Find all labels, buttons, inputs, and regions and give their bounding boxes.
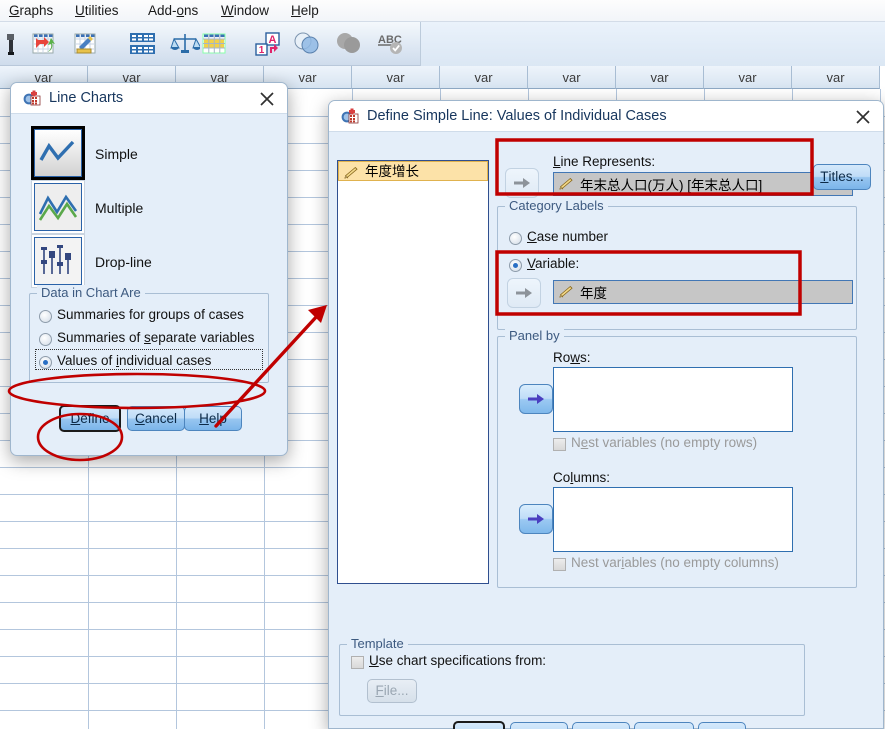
line-represents-label: Line Represents: xyxy=(553,154,656,169)
button-ancel[interactable]: Cancel xyxy=(634,722,694,729)
split-file-icon[interactable] xyxy=(128,29,158,59)
data-in-chart-group-label: Data in Chart Are xyxy=(37,285,145,300)
chart-type-label-simple: Simple xyxy=(95,146,138,162)
nest-columns-checkbox[interactable] xyxy=(553,558,566,571)
chart-type-simple[interactable] xyxy=(31,126,85,180)
column-header[interactable]: var xyxy=(528,66,616,89)
line-charts-dialog: Line Charts Simple Multiple Drop-line Data … xyxy=(10,82,288,456)
radio-label-summaries-groups[interactable]: Summaries for groups of cases xyxy=(57,307,244,322)
chart-type-drop-line[interactable] xyxy=(31,234,85,288)
menu-item-graphs[interactable]: Graphs xyxy=(6,2,56,20)
button-elp[interactable]: Help xyxy=(184,406,242,431)
titles-button[interactable]: Titles... xyxy=(813,164,871,190)
button-elp[interactable]: Help xyxy=(698,722,746,729)
svg-text:A: A xyxy=(269,34,277,46)
column-header[interactable]: var xyxy=(704,66,792,89)
spss-chart-icon xyxy=(23,90,41,107)
menu-item-add-ons[interactable]: Add-ons xyxy=(145,2,201,20)
scale-measure-icon xyxy=(344,166,359,179)
source-variable-item[interactable]: 年度增长 xyxy=(338,161,488,181)
button-aste[interactable]: Paste xyxy=(510,722,568,729)
close-icon[interactable] xyxy=(257,89,277,109)
select-cases-icon[interactable] xyxy=(200,29,230,59)
close-icon[interactable] xyxy=(853,107,873,127)
spss-screen: Graphs Utilities Add-ons Window Help A 1 ABC v… xyxy=(0,0,885,729)
radio-variable[interactable] xyxy=(509,259,522,272)
move-to-line-represents-arrow-button[interactable] xyxy=(505,168,539,198)
chart-type-thumbnail-drop-line xyxy=(34,237,82,285)
radio-summaries-groups[interactable] xyxy=(39,310,52,323)
radio-case-number[interactable] xyxy=(509,232,522,245)
variable-name: 年度增长 xyxy=(365,164,419,179)
menu-item-utilities[interactable]: Utilities xyxy=(72,2,122,20)
chart-type-thumbnail-multiple xyxy=(34,183,82,231)
template-group-label: Template xyxy=(347,636,408,651)
panel-by-group-label: Panel by xyxy=(505,328,564,343)
spell-check-icon[interactable]: ABC xyxy=(376,29,406,59)
category-labels-group-label: Category Labels xyxy=(505,198,608,213)
line-charts-title: Line Charts xyxy=(49,90,124,106)
define-dialog-title: Define Simple Line: Values of Individual… xyxy=(367,108,667,124)
move-to-rows-arrow-button[interactable] xyxy=(519,384,553,414)
use-chart-specifications-label[interactable]: Use chart specifications from: xyxy=(369,653,546,668)
move-to-category-variable-arrow-button[interactable] xyxy=(507,278,541,308)
move-to-columns-arrow-button[interactable] xyxy=(519,504,553,534)
find-icon[interactable] xyxy=(0,29,30,59)
file-button[interactable]: File... xyxy=(367,679,417,703)
toolbar-empty-area xyxy=(420,22,885,66)
radio-summaries-variables[interactable] xyxy=(39,333,52,346)
category-variable-value: 年度 xyxy=(580,286,607,301)
insert-variable-icon[interactable] xyxy=(72,29,102,59)
nest-rows-label[interactable]: Nest variables (no empty rows) xyxy=(571,435,757,450)
source-variable-list[interactable]: 年度增长 xyxy=(337,160,489,584)
focus-outline xyxy=(35,349,263,370)
define-simple-line-dialog: Define Simple Line: Values of Individual… xyxy=(328,100,884,729)
column-header[interactable]: var xyxy=(792,66,880,89)
nest-rows-checkbox[interactable] xyxy=(553,438,566,451)
nest-columns-label[interactable]: Nest variables (no empty columns) xyxy=(571,555,779,570)
show-all-variables-icon[interactable] xyxy=(334,29,364,59)
weight-cases-icon[interactable] xyxy=(170,29,202,59)
spss-chart-icon xyxy=(341,108,359,125)
menu-bar: Graphs Utilities Add-ons Window Help xyxy=(0,0,885,22)
svg-text:1: 1 xyxy=(259,45,265,56)
columns-field[interactable] xyxy=(553,487,793,552)
radio-label-summaries-variables[interactable]: Summaries of separate variables xyxy=(57,330,254,345)
column-header[interactable]: var xyxy=(352,66,440,89)
chart-type-multiple[interactable] xyxy=(31,180,85,234)
column-header[interactable]: var xyxy=(440,66,528,89)
radio-label-variable[interactable]: Variable: xyxy=(527,256,579,271)
category-variable-field[interactable]: 年度 xyxy=(553,280,853,304)
button-eset[interactable]: Reset xyxy=(572,722,630,729)
rows-label: Rows: xyxy=(553,350,591,365)
chart-type-label-multiple: Multiple xyxy=(95,200,144,216)
chart-type-thumbnail-simple xyxy=(34,129,82,177)
columns-label: Columns: xyxy=(553,470,611,485)
define-dialog-titlebar: Define Simple Line: Values of Individual… xyxy=(329,101,883,132)
use-chart-specifications-checkbox[interactable] xyxy=(351,656,364,669)
scale-measure-icon xyxy=(559,285,574,299)
line-charts-titlebar: Line Charts xyxy=(11,83,287,114)
toolbar: A 1 ABC xyxy=(0,22,885,66)
radio-label-case-number[interactable]: Case number xyxy=(527,229,608,244)
line-represents-value: 年末总人口(万人) [年末总人口] xyxy=(580,178,763,193)
scale-measure-icon xyxy=(559,177,574,191)
insert-case-icon[interactable] xyxy=(30,29,60,59)
button-ancel[interactable]: Cancel xyxy=(127,406,185,431)
column-header[interactable]: var xyxy=(616,66,704,89)
chart-type-label-drop-line: Drop-line xyxy=(95,254,152,270)
menu-item-help[interactable]: Help xyxy=(288,2,322,20)
value-labels-icon[interactable]: A1 xyxy=(254,29,284,59)
menu-item-window[interactable]: Window xyxy=(218,2,272,20)
button-ok[interactable]: OK xyxy=(453,721,505,729)
button-efine[interactable]: Define xyxy=(59,405,121,432)
line-represents-field[interactable]: 年末总人口(万人) [年末总人口] xyxy=(553,172,853,196)
use-variable-sets-icon[interactable] xyxy=(292,29,322,59)
rows-field[interactable] xyxy=(553,367,793,432)
